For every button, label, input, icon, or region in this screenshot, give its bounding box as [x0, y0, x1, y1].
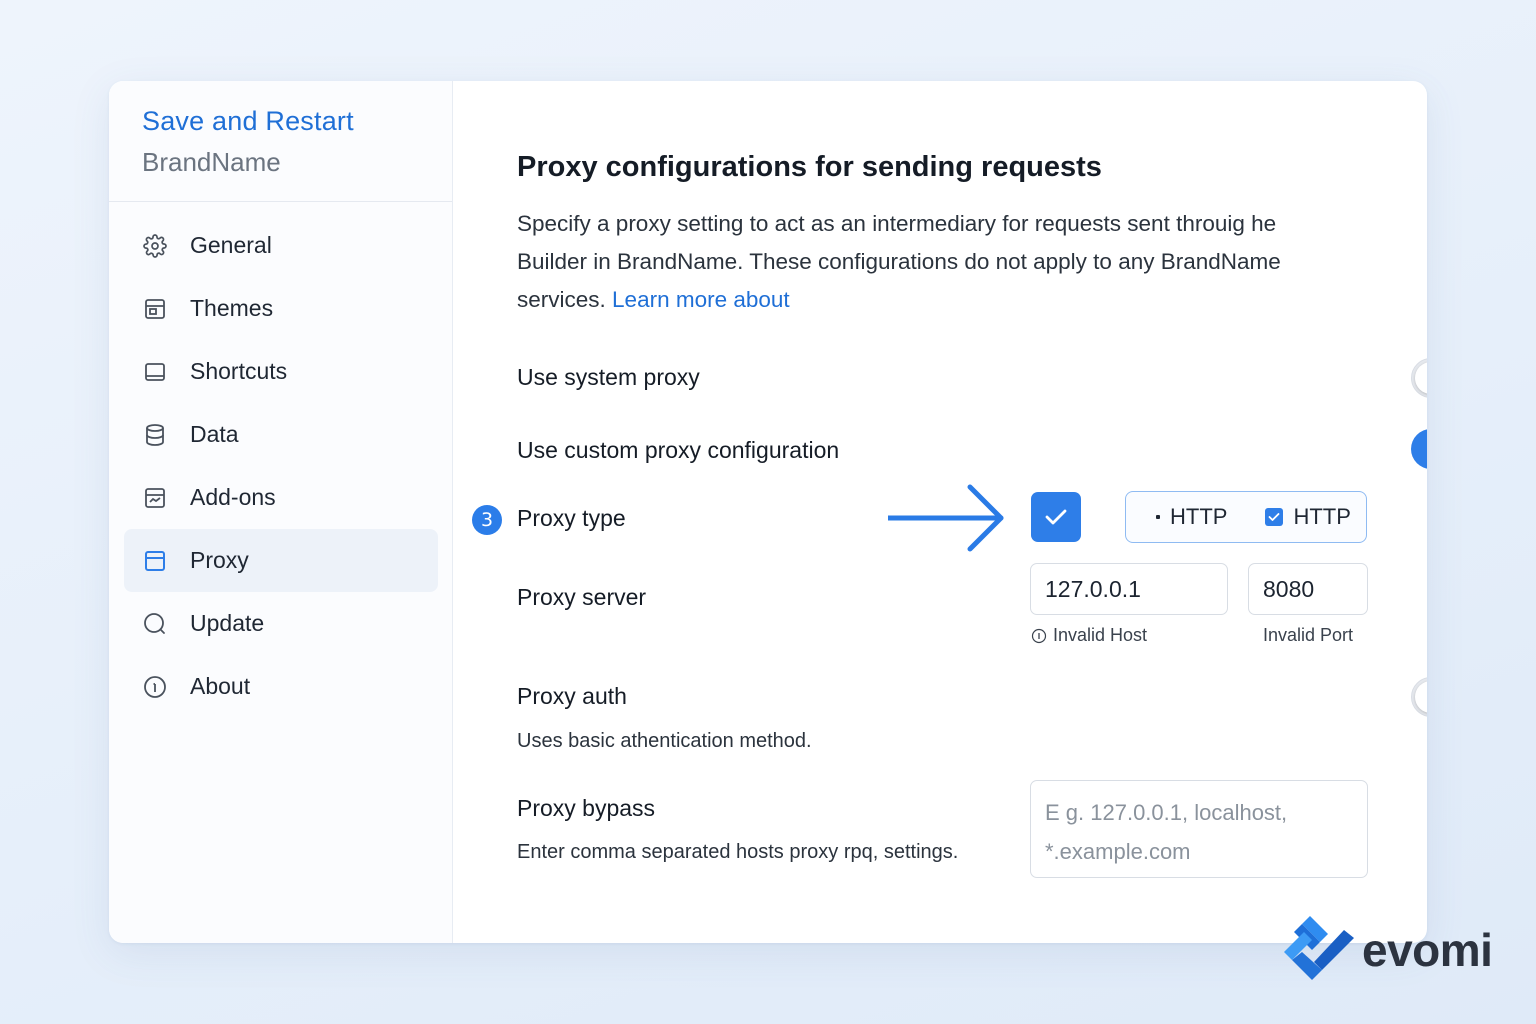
proxy-server-label: Proxy server — [517, 584, 647, 610]
sidebar-item-label: Add-ons — [190, 484, 276, 510]
info-icon — [1031, 628, 1047, 643]
sidebar-item-add-ons[interactable]: Add-ons — [124, 466, 438, 529]
window-icon — [142, 548, 168, 574]
description-line-3-text: services. — [517, 287, 606, 312]
sidebar: Save and Restart BrandName General Theme… — [109, 81, 453, 943]
sidebar-item-label: Update — [190, 610, 265, 636]
proxy-type-option-1[interactable]: HTTP — [1126, 504, 1227, 530]
evomi-logo-icon — [1284, 916, 1354, 980]
custom-proxy-label: Use custom proxy configuration — [517, 437, 840, 463]
proxy-bypass-label: Proxy bypass — [517, 795, 656, 821]
sidebar-item-label: Proxy — [190, 547, 249, 573]
sidebar-item-proxy[interactable]: Proxy — [124, 529, 438, 592]
proxy-bypass-description: Enter comma separated hosts proxy rpq, s… — [517, 841, 959, 863]
sidebar-header: Save and Restart BrandName — [142, 106, 354, 178]
database-icon — [142, 422, 168, 448]
proxy-type-option-2[interactable]: HTTP — [1227, 504, 1351, 530]
sidebar-item-general[interactable]: General — [124, 214, 438, 277]
sidebar-item-label: Themes — [190, 295, 274, 321]
checkbox-checked-icon — [1265, 508, 1284, 526]
host-error-text: Invalid Host — [1053, 625, 1148, 645]
keyboard-icon — [142, 359, 168, 385]
learn-more-link[interactable]: Learn more about — [612, 287, 790, 312]
refresh-icon — [142, 611, 168, 637]
sidebar-nav: General Themes Shortcuts Data Add-ons Pr… — [124, 214, 438, 718]
evomi-logo-text: evomi — [1362, 924, 1493, 976]
sidebar-item-themes[interactable]: Themes — [124, 277, 438, 340]
sidebar-item-label: General — [190, 232, 272, 258]
palette-icon — [142, 296, 168, 322]
proxy-auth-toggle[interactable] — [1411, 677, 1427, 717]
gear-icon — [142, 233, 168, 259]
sidebar-item-data[interactable]: Data — [124, 403, 438, 466]
proxy-type-label: Proxy type — [517, 505, 626, 531]
settings-window: Save and Restart BrandName General Theme… — [109, 81, 1427, 943]
proxy-type-checkbox[interactable] — [1031, 492, 1081, 542]
proxy-type-selector: HTTP HTTP — [1125, 491, 1367, 543]
puzzle-icon — [142, 485, 168, 511]
proxy-host-input[interactable]: 127.0.0.1 — [1030, 563, 1228, 615]
proxy-bypass-textarea[interactable]: E g. 127.0.0.1, localhost, *.example.com — [1030, 780, 1368, 878]
proxy-type-option-1-label: HTTP — [1170, 504, 1228, 529]
evomi-logo: evomi — [1282, 914, 1493, 986]
custom-proxy-toggle[interactable] — [1411, 429, 1427, 469]
sidebar-item-label: About — [190, 673, 251, 699]
proxy-port-input[interactable]: 8080 — [1248, 563, 1368, 615]
description-line-1: Specify a proxy setting to act as an int… — [517, 211, 1277, 236]
bypass-placeholder-line-1: E g. 127.0.0.1, localhost, — [1045, 800, 1288, 825]
bypass-placeholder-line-2: *.example.com — [1045, 839, 1191, 864]
sidebar-item-about[interactable]: About — [124, 655, 438, 718]
bullet-icon — [1156, 515, 1160, 519]
proxy-type-option-2-label: HTTP — [1293, 504, 1351, 529]
sidebar-item-update[interactable]: Update — [124, 592, 438, 655]
page-description: Specify a proxy setting to act as an int… — [517, 205, 1367, 319]
sidebar-divider — [109, 201, 452, 202]
system-proxy-label: Use system proxy — [517, 364, 700, 390]
checkmark-icon — [1045, 509, 1067, 525]
proxy-auth-description: Uses basic athentication method. — [517, 730, 812, 752]
step-badge: 3 — [472, 505, 502, 535]
arrow-right-icon — [888, 484, 1004, 552]
proxy-auth-label: Proxy auth — [517, 683, 627, 709]
sidebar-item-shortcuts[interactable]: Shortcuts — [124, 340, 438, 403]
port-error-text: Invalid Port — [1263, 625, 1354, 645]
main-panel: Proxy configurations for sending request… — [453, 81, 1427, 943]
description-line-3: services. Learn more about — [517, 281, 1367, 319]
page-title: Proxy configurations for sending request… — [517, 151, 1102, 183]
description-line-2: Builder in BrandName. These configuratio… — [517, 249, 1281, 274]
sidebar-item-label: Shortcuts — [190, 358, 288, 384]
toggle-knob — [1415, 681, 1427, 713]
save-and-restart-link[interactable]: Save and Restart — [142, 106, 354, 137]
system-proxy-toggle[interactable] — [1411, 358, 1427, 398]
info-icon — [142, 674, 168, 700]
toggle-knob — [1415, 362, 1427, 394]
host-error-hint: Invalid Host — [1031, 625, 1147, 646]
brand-name: BrandName — [142, 147, 281, 177]
sidebar-item-label: Data — [190, 421, 239, 447]
